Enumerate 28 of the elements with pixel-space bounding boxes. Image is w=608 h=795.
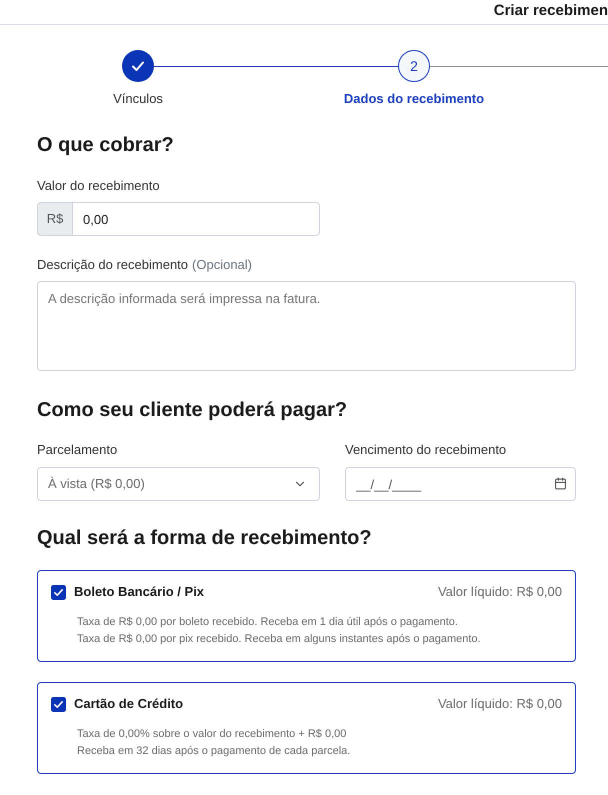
step-label: Dados do recebimento — [344, 90, 484, 108]
method-detail: Taxa de R$ 0,00 por boleto recebido. Receba em 1 dia útil após o pagamento. — [77, 615, 458, 630]
field-label: Descrição do recebimento — [37, 256, 188, 274]
installments-select[interactable]: À vista (R$ 0,00) — [37, 467, 320, 501]
method-detail: Taxa de R$ 0,00 por pix recebido. Receba em alguns instantes após o pagamento. — [77, 632, 481, 647]
method-title: Boleto Bancário / Pix — [74, 583, 204, 601]
method-title: Cartão de Crédito — [74, 695, 184, 713]
section-heading: Qual será a forma de recebimento? — [37, 526, 372, 551]
net-value: Valor líquido: R$ 0,00 — [438, 583, 562, 601]
checkbox[interactable] — [51, 584, 66, 600]
section-heading: O que cobrar? — [37, 133, 174, 158]
currency-prefix: R$ — [37, 202, 73, 236]
field-label: Valor do recebimento — [37, 177, 160, 195]
field-label: Parcelamento — [37, 441, 118, 459]
page-title: Criar recebimen — [494, 1, 608, 20]
amount-input[interactable]: 0,00 — [73, 202, 320, 236]
optional-hint: (Opcional) — [192, 256, 252, 274]
calendar-icon[interactable] — [554, 477, 567, 490]
method-detail: Receba em 32 dias após o pagamento de cada parcela. — [77, 744, 350, 759]
step-label: Vínculos — [113, 90, 163, 108]
step-number: 2 — [398, 50, 430, 82]
section-heading: Como seu cliente poderá pagar? — [37, 398, 348, 423]
net-value: Valor líquido: R$ 0,00 — [438, 695, 562, 713]
checkbox[interactable] — [51, 696, 66, 712]
due-date-input[interactable]: __/__/____ — [345, 467, 576, 501]
field-label: Vencimento do recebimento — [345, 441, 506, 459]
method-detail: Taxa de 0,00% sobre o valor do recebimento + R$ 0,00 — [77, 727, 346, 742]
description-field[interactable]: A descrição informada será impressa na fatura. — [37, 281, 576, 371]
